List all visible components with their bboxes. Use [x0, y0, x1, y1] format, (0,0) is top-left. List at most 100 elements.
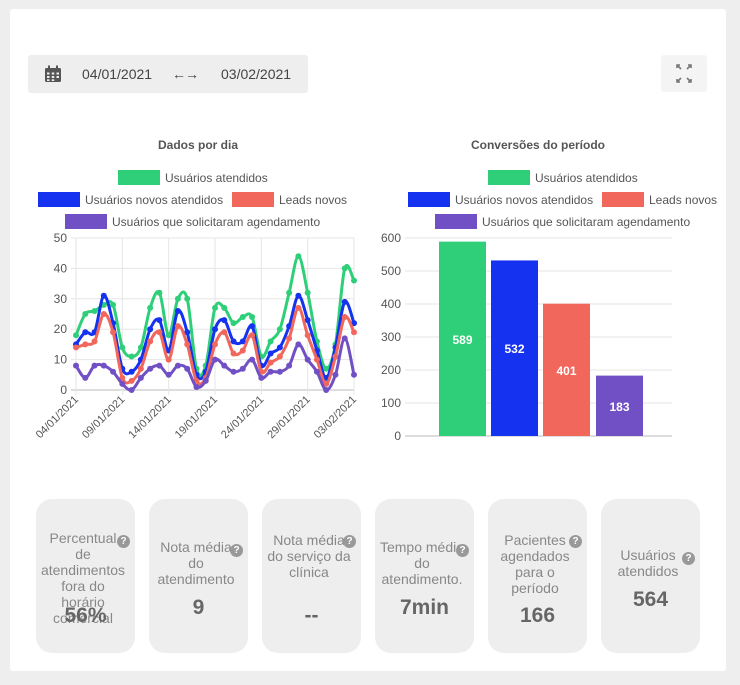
- line-point[interactable]: [156, 362, 163, 369]
- line-point[interactable]: [128, 387, 135, 393]
- line-point[interactable]: [313, 368, 320, 375]
- line-point[interactable]: [313, 356, 320, 363]
- line-point[interactable]: [110, 329, 117, 336]
- line-point[interactable]: [174, 362, 181, 369]
- line-point[interactable]: [184, 295, 191, 302]
- line-point[interactable]: [193, 383, 200, 390]
- line-point[interactable]: [128, 368, 135, 375]
- line-point[interactable]: [239, 365, 246, 372]
- line-point[interactable]: [212, 341, 218, 348]
- line-point[interactable]: [156, 317, 163, 324]
- line-point[interactable]: [267, 368, 274, 375]
- line-point[interactable]: [276, 368, 283, 375]
- line-point[interactable]: [239, 347, 246, 354]
- line-point[interactable]: [156, 329, 163, 336]
- line-point[interactable]: [110, 368, 117, 375]
- line-point[interactable]: [202, 377, 209, 384]
- line-point[interactable]: [230, 338, 237, 345]
- line-point[interactable]: [184, 341, 191, 348]
- line-point[interactable]: [351, 371, 357, 378]
- line-point[interactable]: [221, 317, 228, 324]
- line-point[interactable]: [91, 338, 98, 345]
- bar-chart-legend-swatch-2[interactable]: [602, 192, 644, 207]
- line-point[interactable]: [137, 365, 144, 372]
- line-point[interactable]: [267, 359, 274, 366]
- line-point[interactable]: [212, 304, 218, 311]
- line-point[interactable]: [100, 292, 107, 299]
- line-point[interactable]: [304, 332, 311, 339]
- line-chart-legend-swatch-1[interactable]: [38, 192, 80, 207]
- line-point[interactable]: [147, 338, 154, 345]
- line-point[interactable]: [258, 374, 265, 381]
- line-point[interactable]: [276, 344, 283, 351]
- line-point[interactable]: [295, 304, 302, 311]
- line-point[interactable]: [230, 368, 237, 375]
- line-point[interactable]: [147, 304, 154, 311]
- line-point[interactable]: [249, 323, 256, 330]
- start-date[interactable]: 04/01/2021: [82, 66, 152, 82]
- line-point[interactable]: [100, 362, 107, 369]
- line-point[interactable]: [304, 289, 311, 296]
- line-point[interactable]: [82, 341, 89, 348]
- question-circle-icon[interactable]: ?: [230, 544, 243, 557]
- line-point[interactable]: [249, 356, 256, 363]
- date-range-picker[interactable]: 04/01/2021 ←→ 03/02/2021: [28, 55, 308, 93]
- line-point[interactable]: [165, 356, 172, 363]
- line-point[interactable]: [147, 365, 154, 372]
- line-point[interactable]: [351, 329, 357, 336]
- line-point[interactable]: [230, 350, 237, 357]
- line-chart-legend-swatch-3[interactable]: [65, 214, 107, 229]
- line-point[interactable]: [119, 380, 126, 387]
- line-chart-legend-label-1[interactable]: Usuários novos atendidos: [85, 193, 223, 207]
- question-circle-icon[interactable]: ?: [117, 535, 130, 548]
- line-point[interactable]: [286, 362, 293, 369]
- line-point[interactable]: [267, 350, 274, 357]
- line-point[interactable]: [174, 307, 181, 314]
- line-chart-legend-swatch-0[interactable]: [118, 170, 160, 185]
- line-chart-legend-label-2[interactable]: Leads novos: [279, 193, 347, 207]
- line-point[interactable]: [332, 371, 339, 378]
- end-date[interactable]: 03/02/2021: [221, 66, 291, 82]
- line-point[interactable]: [351, 277, 357, 284]
- line-point[interactable]: [165, 371, 172, 378]
- bar-chart-legend-label-2[interactable]: Leads novos: [649, 193, 717, 207]
- bar-chart-legend-swatch-1[interactable]: [408, 192, 450, 207]
- line-point[interactable]: [128, 353, 135, 360]
- line-point[interactable]: [128, 377, 135, 384]
- line-point[interactable]: [341, 265, 348, 272]
- line-point[interactable]: [174, 295, 181, 302]
- line-point[interactable]: [73, 344, 79, 351]
- line-point[interactable]: [276, 353, 283, 360]
- line-point[interactable]: [267, 338, 274, 345]
- line-point[interactable]: [332, 353, 339, 360]
- line-point[interactable]: [137, 374, 144, 381]
- question-circle-icon[interactable]: ?: [569, 535, 582, 548]
- line-point[interactable]: [295, 341, 302, 348]
- line-point[interactable]: [221, 329, 228, 336]
- line-point[interactable]: [156, 289, 163, 296]
- line-point[interactable]: [249, 332, 256, 339]
- line-point[interactable]: [110, 301, 117, 308]
- line-point[interactable]: [73, 332, 79, 339]
- line-point[interactable]: [286, 335, 293, 342]
- line-point[interactable]: [295, 253, 302, 260]
- line-point[interactable]: [286, 289, 293, 296]
- line-point[interactable]: [221, 304, 228, 311]
- question-circle-icon[interactable]: ?: [343, 535, 356, 548]
- line-point[interactable]: [82, 374, 89, 381]
- line-point[interactable]: [174, 323, 181, 330]
- line-point[interactable]: [341, 335, 348, 342]
- line-point[interactable]: [82, 311, 89, 317]
- line-point[interactable]: [341, 314, 348, 321]
- bar-chart-legend-swatch-0[interactable]: [488, 170, 530, 185]
- line-point[interactable]: [230, 320, 237, 327]
- line-point[interactable]: [221, 362, 228, 369]
- bar-chart-legend-label-3[interactable]: Usuários que solicitaram agendamento: [482, 215, 690, 229]
- question-circle-icon[interactable]: ?: [682, 552, 695, 565]
- bar-chart-legend-swatch-3[interactable]: [435, 214, 477, 229]
- line-chart-legend-label-3[interactable]: Usuários que solicitaram agendamento: [112, 215, 320, 229]
- line-point[interactable]: [249, 314, 256, 321]
- line-point[interactable]: [91, 307, 98, 314]
- bar-chart-legend-label-1[interactable]: Usuários novos atendidos: [455, 193, 593, 207]
- line-chart-legend-swatch-2[interactable]: [232, 192, 274, 207]
